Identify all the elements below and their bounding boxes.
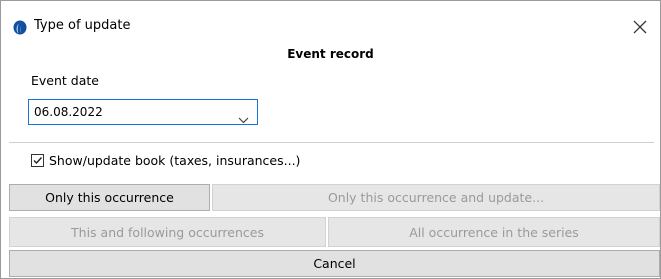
close-icon[interactable]	[631, 18, 651, 38]
cancel-button[interactable]: Cancel	[9, 250, 660, 277]
all-occurrences-in-series-button[interactable]: All occurrence in the series	[328, 217, 660, 247]
event-date-value: 06.08.2022	[34, 105, 103, 119]
window-title: Type of update	[34, 18, 131, 33]
event-date-select[interactable]: 06.08.2022	[28, 99, 258, 125]
only-this-occurrence-button[interactable]: Only this occurrence	[9, 184, 210, 211]
app-logo-icon	[13, 20, 27, 39]
chevron-down-icon	[238, 109, 249, 128]
only-this-occurrence-and-update-button[interactable]: Only this occurrence and update...	[212, 184, 660, 211]
title-bar: Type of update	[1, 1, 660, 35]
type-of-update-dialog: Type of update Event record Event date 0…	[0, 0, 661, 279]
section-heading: Event record	[287, 47, 374, 61]
show-update-book-label: Show/update book (taxes, insurances...)	[49, 153, 301, 168]
checkbox-checked-icon[interactable]	[31, 154, 44, 167]
divider	[9, 142, 654, 143]
this-and-following-occurrences-button[interactable]: This and following occurrences	[9, 217, 326, 247]
event-date-label: Event date	[31, 73, 99, 88]
